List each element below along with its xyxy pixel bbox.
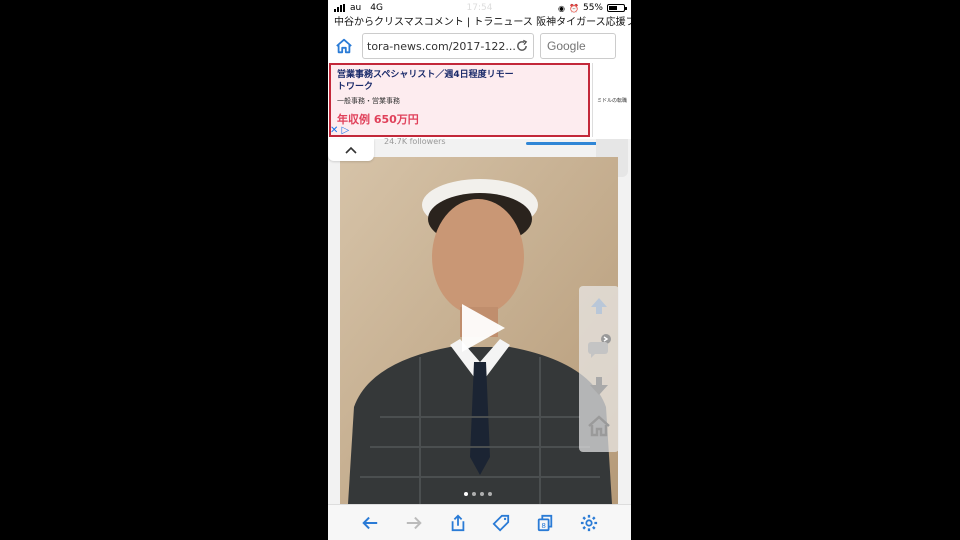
- house-icon: [588, 415, 610, 437]
- network-type: 4G: [370, 3, 383, 13]
- carousel-dot[interactable]: [480, 492, 484, 496]
- settings-button[interactable]: [576, 510, 602, 536]
- home-shortcut-button[interactable]: [579, 406, 619, 446]
- bookmark-button[interactable]: [488, 510, 514, 536]
- carousel-dot[interactable]: [488, 492, 492, 496]
- tabs-icon: 8: [538, 514, 553, 531]
- home-button[interactable]: [332, 34, 356, 58]
- arrow-down-icon: [590, 377, 608, 395]
- page-title: 中谷からクリスマスコメント | トラニュース 阪神タイガース応援ファ...: [334, 17, 631, 28]
- status-time: 17:54: [466, 3, 493, 13]
- scroll-up-button[interactable]: [579, 286, 619, 326]
- reload-icon[interactable]: [515, 39, 529, 53]
- share-button[interactable]: [445, 510, 471, 536]
- url-text: tora-news.com/2017-122...: [367, 39, 516, 53]
- comment-button[interactable]: [579, 326, 619, 366]
- ad-side-brand: ミドルの転職: [596, 97, 627, 104]
- tabs-button[interactable]: 8: [532, 510, 558, 536]
- tag-icon: [492, 514, 510, 531]
- main-content: 24.7K followers: [328, 137, 631, 504]
- forward-arrow-icon: [406, 516, 422, 529]
- address-bar: tora-news.com/2017-122...: [328, 30, 631, 62]
- play-icon[interactable]: [458, 301, 508, 355]
- scroll-down-button[interactable]: [579, 366, 619, 406]
- search-input[interactable]: [540, 33, 616, 59]
- back-button[interactable]: [357, 510, 383, 536]
- ad-banner[interactable]: 営業事務スペシャリスト／週4日程度リモートワーク 一般事務・営業事務 年収例 6…: [328, 63, 631, 139]
- back-arrow-icon: [362, 516, 378, 529]
- ad-title: 営業事務スペシャリスト／週4日程度リモートワーク: [337, 70, 514, 92]
- carousel-dot[interactable]: [472, 492, 476, 496]
- svg-text:8: 8: [542, 520, 547, 529]
- gear-icon: [580, 514, 598, 531]
- ad-close-icon[interactable]: ✕ ▷: [330, 125, 349, 136]
- home-icon: [336, 38, 352, 54]
- battery-icon: [607, 4, 627, 12]
- share-icon: [451, 514, 464, 531]
- floating-panel: [579, 286, 619, 452]
- video-thumbnail[interactable]: [340, 157, 618, 504]
- ad-content[interactable]: 営業事務スペシャリスト／週4日程度リモートワーク 一般事務・営業事務 年収例 6…: [329, 63, 590, 137]
- status-bar: au 4G 17:54 ◉ ⏰ 55%: [328, 0, 631, 16]
- orientation-lock-icon: ◉: [558, 3, 566, 13]
- bottom-toolbar: 8: [328, 504, 631, 540]
- carousel-dots[interactable]: [464, 492, 492, 496]
- ad-subtitle: 一般事務・営業事務: [337, 97, 400, 105]
- collapse-button[interactable]: [328, 139, 374, 161]
- url-field[interactable]: tora-news.com/2017-122...: [362, 33, 534, 59]
- ad-salary: 年収例 650万円: [337, 113, 419, 126]
- ad-side-logo[interactable]: ミドルの転職: [592, 63, 631, 137]
- chevron-up-icon: [345, 146, 357, 154]
- signal-icon: [334, 4, 345, 12]
- followers-count: 24.7K followers: [384, 137, 446, 146]
- arrow-up-icon: [591, 298, 607, 314]
- carrier-label: au: [350, 3, 362, 13]
- comment-icon: [588, 334, 611, 358]
- carousel-dot[interactable]: [464, 492, 468, 496]
- forward-button[interactable]: [401, 510, 427, 536]
- alarm-icon: ⏰: [569, 3, 579, 13]
- battery-percent: 55%: [582, 3, 603, 13]
- phone-screen: au 4G 17:54 ◉ ⏰ 55% 中谷からクリスマスコメント | トラニュ…: [328, 0, 631, 540]
